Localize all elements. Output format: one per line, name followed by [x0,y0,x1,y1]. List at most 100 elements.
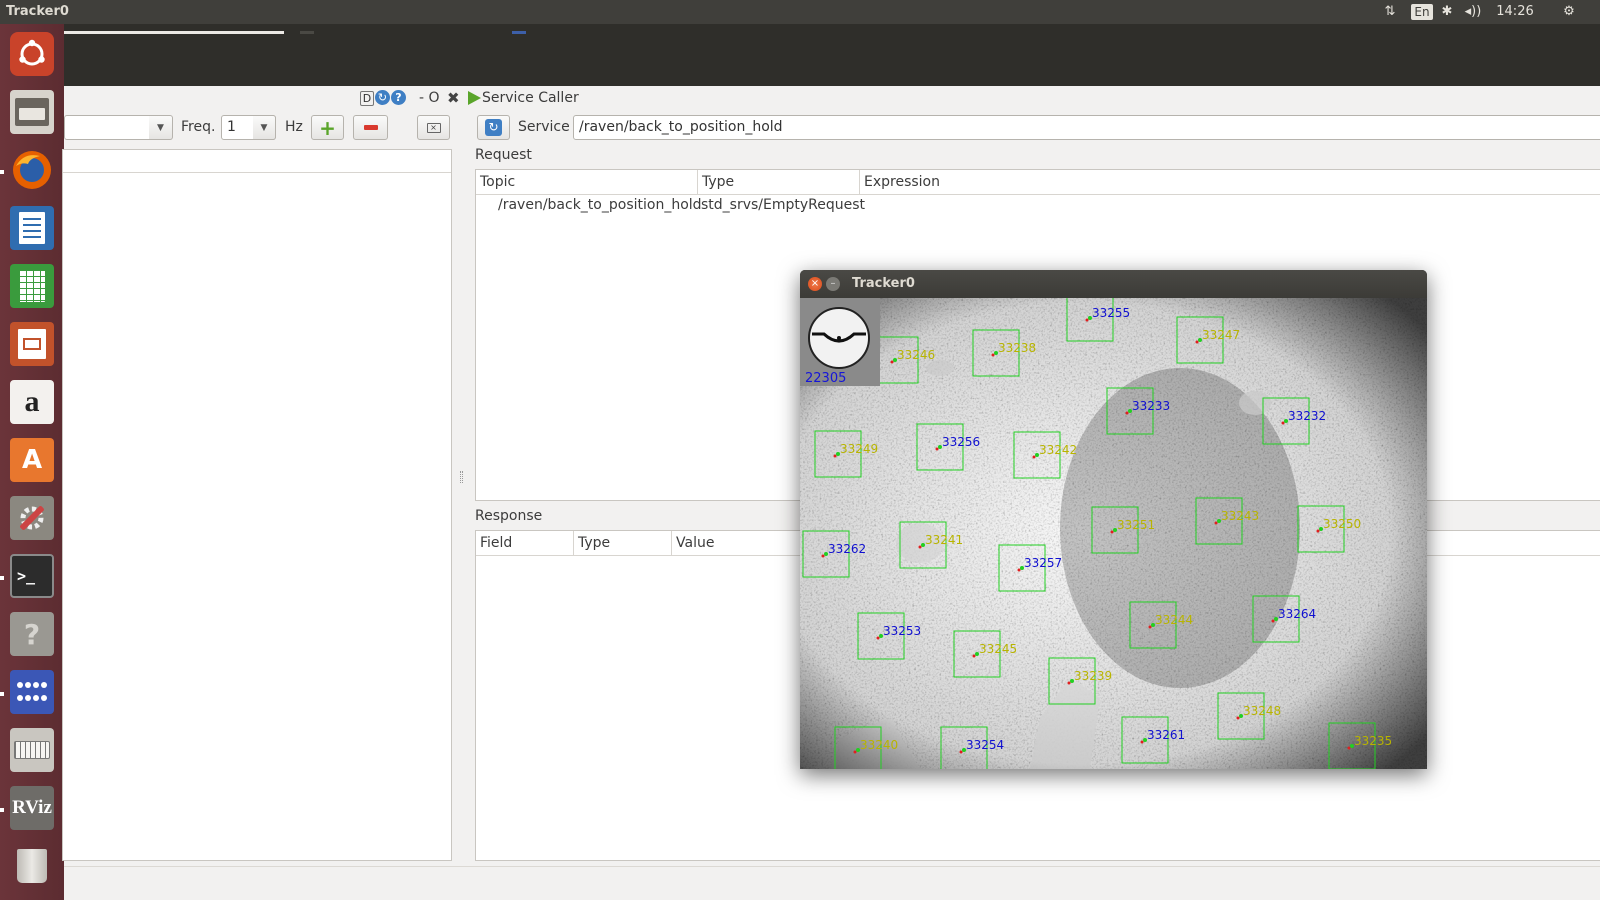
feature-predicted-point [1281,421,1285,425]
feature-id-label: 33248 [1243,704,1281,718]
launcher-libreoffice-impress[interactable] [6,318,58,370]
feature-id-label: 33233 [1132,399,1170,413]
feature-predicted-point [1125,411,1129,415]
clear-icon: × [426,122,441,133]
feature-predicted-point [1140,740,1144,744]
feature-predicted-point [1148,625,1152,629]
minus-icon [363,125,378,130]
launcher-system-settings[interactable] [6,492,58,544]
feature-predicted-point [1067,681,1071,685]
calc-spreadsheet-icon [10,264,54,308]
keyboard-language-indicator[interactable]: En [1411,4,1433,20]
launcher-keyboard[interactable] [6,724,58,776]
camera-feature-view[interactable]: 33246 33238 33255 33247 33233 33232 33249 33256… [800,298,1427,769]
file-cabinet-icon [10,90,54,134]
overlay-id-label: 22305 [805,371,846,386]
dock-close-icon[interactable]: ✖ [447,89,460,107]
request-row-topic: /raven/back_to_position_hold [498,197,702,213]
minimize-icon[interactable]: – [826,277,840,291]
feature-id-label: 33253 [883,624,921,638]
settings-tools-icon [10,496,54,540]
request-col-topic[interactable]: Topic [476,170,698,194]
feature-id-label: 33254 [966,738,1004,752]
service-combobox[interactable]: /raven/back_to_position_hold [573,115,1600,140]
remove-publisher-button[interactable] [353,115,388,140]
close-icon[interactable]: × [808,277,822,291]
add-publisher-button[interactable]: + [311,115,344,140]
bluetooth-icon[interactable]: ✱ [1439,3,1455,21]
launcher-libreoffice-calc[interactable] [6,260,58,312]
feature-id-label: 33247 [1202,328,1240,342]
launcher-running-indicator [0,170,4,174]
feature-id-label: 33264 [1278,607,1316,621]
feature-id-label: 33243 [1221,509,1259,523]
feature-predicted-point [918,545,922,549]
tab-strip-edge [64,31,284,34]
tracker-window[interactable]: × – Tracker0 33246 33238 33255 33247 33233 33… [800,270,1427,769]
tab-strip-edge [300,31,314,34]
splitter-handle[interactable] [460,471,463,483]
dock-minimize-float[interactable]: - O [419,90,440,106]
feature-id-label: 33240 [860,738,898,752]
table-row[interactable]: /raven/back_to_position_hold std_srvs/Em… [476,196,1600,216]
chevron-down-icon: ▼ [157,122,164,133]
feature-id-label: 33239 [1074,669,1112,683]
launcher-trash[interactable] [6,840,58,892]
refresh-services-button[interactable]: ↻ [477,115,510,140]
launcher-files[interactable] [6,86,58,138]
chevron-down-icon: ▼ [260,122,268,133]
volume-icon[interactable]: ◂)) [1463,3,1483,21]
launcher-rviz[interactable]: RViz [6,782,58,834]
app-grid-icon [10,670,54,714]
system-gear-icon[interactable]: ⚙ [1560,3,1578,21]
clear-button[interactable]: × [417,115,450,140]
feature-id-label: 33250 [1323,517,1361,531]
dock-d-icon[interactable]: D [360,91,374,106]
launcher-help[interactable]: ? [6,608,58,660]
publisher-tree[interactable] [62,149,452,861]
launcher-libreoffice-writer[interactable] [6,202,58,254]
topic-combobox-dropdown[interactable]: ▼ [149,115,173,140]
tree-header-divider [63,172,451,173]
response-col-type[interactable]: Type [574,531,672,555]
request-col-type[interactable]: Type [698,170,860,194]
request-col-expression[interactable]: Expression [860,170,1600,194]
network-updown-icon[interactable]: ⇅ [1381,3,1399,21]
terminal-icon: >_ [10,554,54,598]
rviz-icon: RViz [10,786,54,830]
keyboard-icon [10,728,54,772]
launcher-amazon[interactable]: a [6,376,58,428]
reload-dock-icon[interactable]: ↻ [375,90,390,105]
feature-predicted-point [853,750,857,754]
launcher-terminal[interactable]: >_ [6,550,58,602]
clock[interactable]: 14:26 [1494,3,1536,21]
play-triangle-icon [468,91,481,105]
feature-id-label: 33255 [1092,306,1130,320]
feature-predicted-point [821,554,825,558]
launcher-firefox[interactable] [6,144,58,196]
ubuntu-logo-icon [10,32,54,76]
feature-predicted-point [1214,521,1218,525]
status-bar [64,866,1600,900]
trash-icon [10,844,54,888]
launcher-software-center[interactable]: A [6,434,58,486]
feature-id-label: 33242 [1039,443,1077,457]
launcher-app-grid[interactable] [6,666,58,718]
feature-predicted-point [1347,746,1351,750]
tracker-titlebar[interactable]: × – Tracker0 [800,270,1427,298]
freq-dropdown[interactable]: ▼ [253,115,276,140]
feature-predicted-point [876,636,880,640]
freq-label: Freq. [181,119,216,135]
feature-predicted-point [935,447,939,451]
request-header-divider [476,194,1600,195]
feature-predicted-point [1271,619,1275,623]
response-col-field[interactable]: Field [476,531,574,555]
help-dock-icon[interactable]: ? [391,90,406,105]
launcher-dash-home[interactable] [6,28,58,80]
feature-predicted-point [1017,568,1021,572]
launcher-running-indicator [0,576,4,580]
feature-predicted-point [833,454,837,458]
writer-document-icon [10,206,54,250]
feature-id-label: 33246 [897,348,935,362]
feature-id-label: 33262 [828,542,866,556]
